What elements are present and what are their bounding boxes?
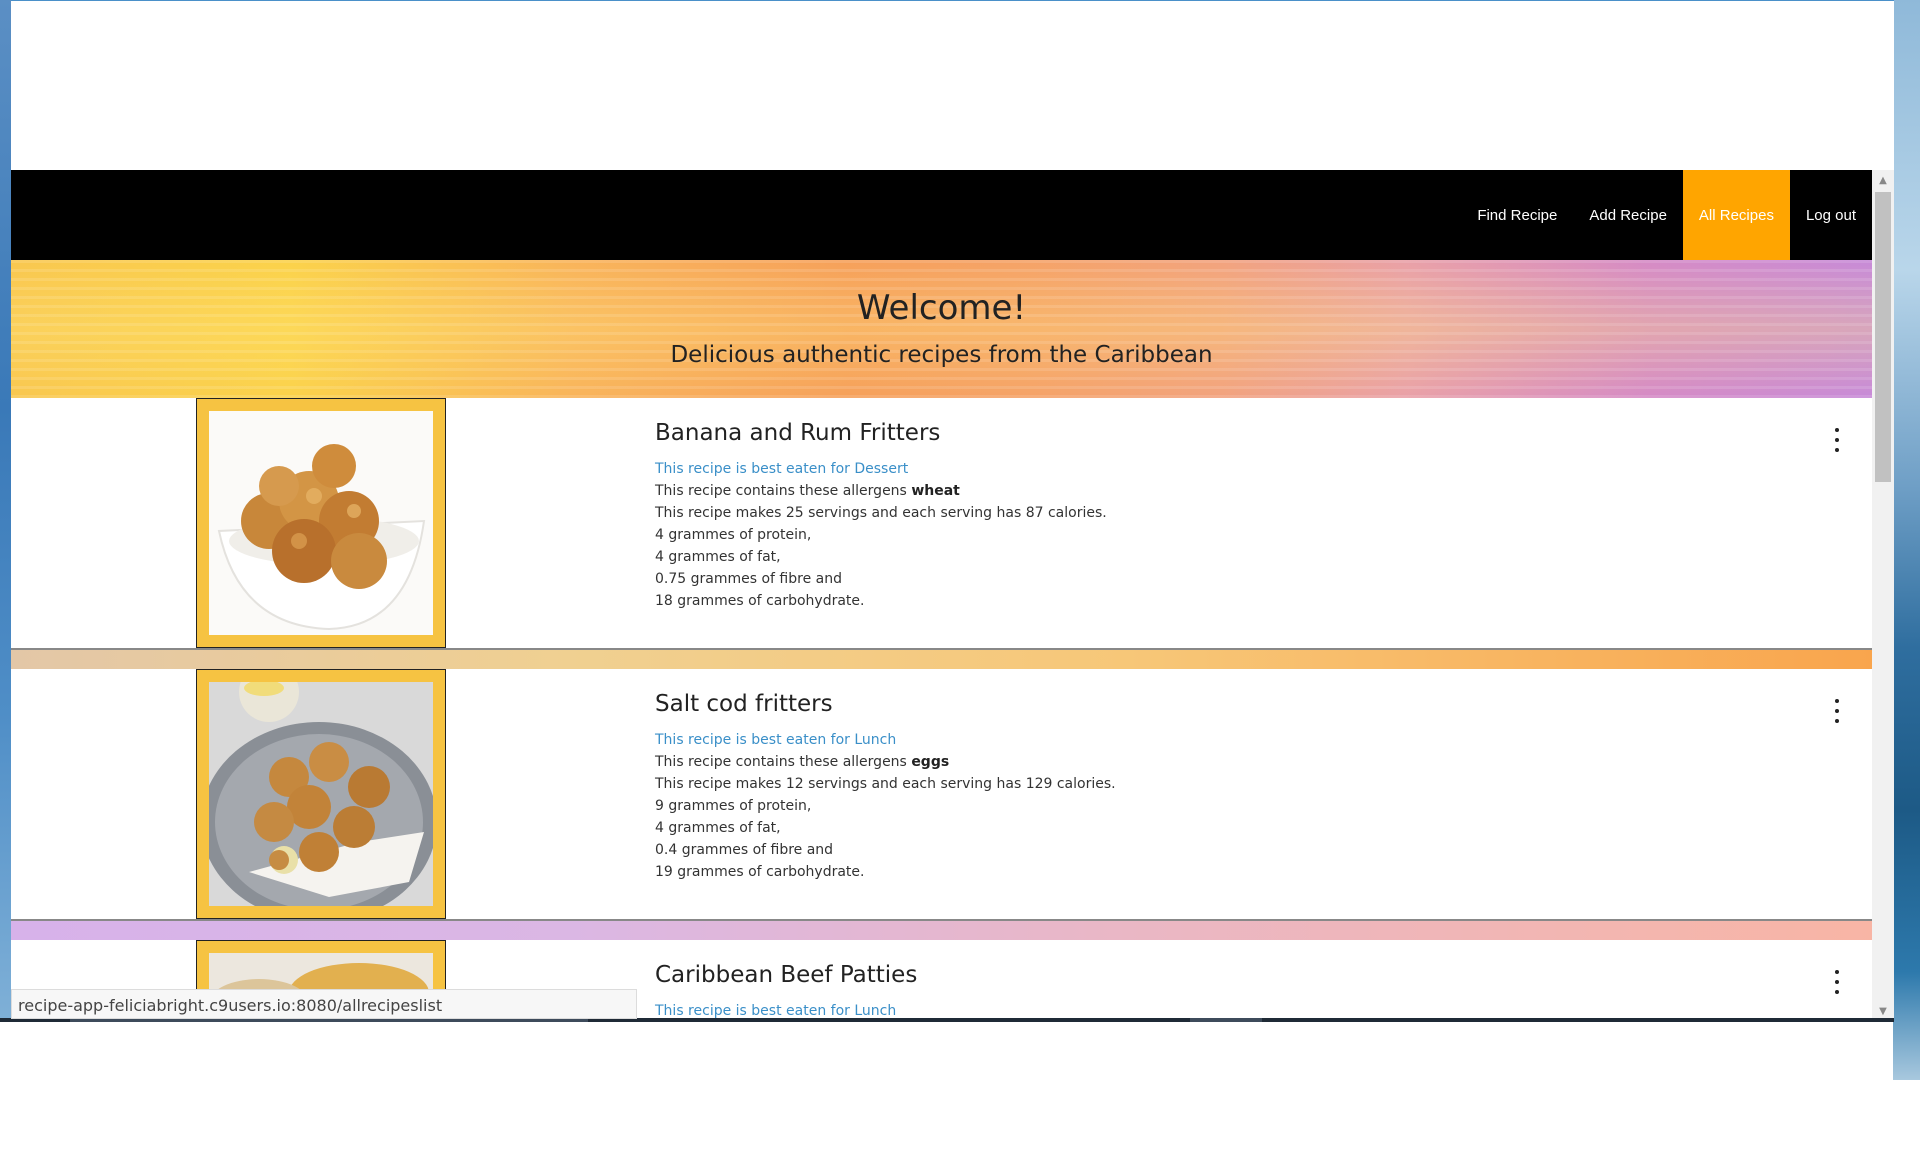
recipe-photo-saltcod bbox=[209, 682, 433, 906]
card-divider bbox=[11, 648, 1872, 670]
recipe-info: Salt cod fritters This recipe is best ea… bbox=[655, 691, 1116, 883]
recipe-protein: 4 grammes of protein, bbox=[655, 527, 812, 543]
recipe-allergens: This recipe contains these allergens egg… bbox=[655, 751, 1116, 773]
vertical-scrollbar[interactable]: ▲ ▼ bbox=[1872, 170, 1894, 1021]
recipe-fibre: 0.75 grammes of fibre and bbox=[655, 571, 842, 587]
welcome-banner: Welcome! Delicious authentic recipes fro… bbox=[11, 260, 1872, 398]
recipe-meal-type: This recipe is best eaten for Dessert bbox=[655, 461, 909, 477]
recipe-info: Banana and Rum Fritters This recipe is b… bbox=[655, 420, 1107, 612]
allergen-value: eggs bbox=[911, 754, 950, 770]
recipe-image-frame[interactable] bbox=[196, 669, 446, 919]
recipe-carbs: 18 grammes of carbohydrate. bbox=[655, 593, 865, 609]
recipe-fat: 4 grammes of fat, bbox=[655, 820, 781, 836]
recipe-photo-fritters bbox=[209, 411, 433, 635]
more-vert-icon[interactable] bbox=[1832, 699, 1842, 723]
navbar: Find Recipe Add Recipe All Recipes Log o… bbox=[11, 170, 1872, 260]
recipe-card: Banana and Rum Fritters This recipe is b… bbox=[11, 398, 1872, 648]
recipe-card: Salt cod fritters This recipe is best ea… bbox=[11, 669, 1872, 919]
recipe-title[interactable]: Salt cod fritters bbox=[655, 691, 1116, 717]
nav-log-out[interactable]: Log out bbox=[1790, 170, 1872, 260]
recipe-allergens: This recipe contains these allergens whe… bbox=[655, 480, 1107, 502]
recipe-servings: This recipe makes 25 servings and each s… bbox=[655, 505, 1107, 521]
banner-title: Welcome! bbox=[856, 288, 1027, 328]
recipe-image-frame[interactable] bbox=[196, 398, 446, 648]
status-url-bar: recipe-app-feliciabright.c9users.io:8080… bbox=[11, 989, 637, 1019]
recipe-fibre: 0.4 grammes of fibre and bbox=[655, 842, 834, 858]
recipe-fat: 4 grammes of fat, bbox=[655, 549, 781, 565]
allergens-prefix: This recipe contains these allergens bbox=[655, 483, 907, 499]
desktop-wallpaper-right bbox=[1893, 0, 1920, 1080]
nav-add-recipe[interactable]: Add Recipe bbox=[1573, 170, 1683, 260]
desktop-wallpaper-left bbox=[0, 0, 11, 1020]
banner-subtitle: Delicious authentic recipes from the Car… bbox=[670, 342, 1213, 368]
allergens-prefix: This recipe contains these allergens bbox=[655, 754, 907, 770]
recipe-title[interactable]: Banana and Rum Fritters bbox=[655, 420, 1107, 446]
nav-find-recipe[interactable]: Find Recipe bbox=[1461, 170, 1573, 260]
taskbar-segment bbox=[1190, 1018, 1262, 1022]
recipe-info: Caribbean Beef Patties This recipe is be… bbox=[655, 962, 917, 1021]
banner-texture bbox=[11, 260, 1872, 398]
recipe-servings: This recipe makes 12 servings and each s… bbox=[655, 776, 1116, 792]
card-divider bbox=[11, 919, 1872, 941]
scroll-thumb[interactable] bbox=[1875, 192, 1891, 482]
page-viewport: Find Recipe Add Recipe All Recipes Log o… bbox=[11, 170, 1872, 1021]
browser-window: Find Recipe Add Recipe All Recipes Log o… bbox=[11, 0, 1894, 1021]
recipe-title[interactable]: Caribbean Beef Patties bbox=[655, 962, 917, 988]
nav-all-recipes[interactable]: All Recipes bbox=[1682, 170, 1790, 260]
nav-menu: Find Recipe Add Recipe All Recipes Log o… bbox=[1461, 170, 1872, 260]
browser-top-area bbox=[11, 1, 1894, 170]
more-vert-icon[interactable] bbox=[1832, 428, 1842, 452]
scroll-up-icon[interactable]: ▲ bbox=[1872, 170, 1894, 190]
recipe-protein: 9 grammes of protein, bbox=[655, 798, 812, 814]
allergen-value: wheat bbox=[911, 483, 960, 499]
recipe-meal-type: This recipe is best eaten for Lunch bbox=[655, 732, 897, 748]
more-vert-icon[interactable] bbox=[1832, 970, 1842, 994]
recipe-carbs: 19 grammes of carbohydrate. bbox=[655, 864, 865, 880]
